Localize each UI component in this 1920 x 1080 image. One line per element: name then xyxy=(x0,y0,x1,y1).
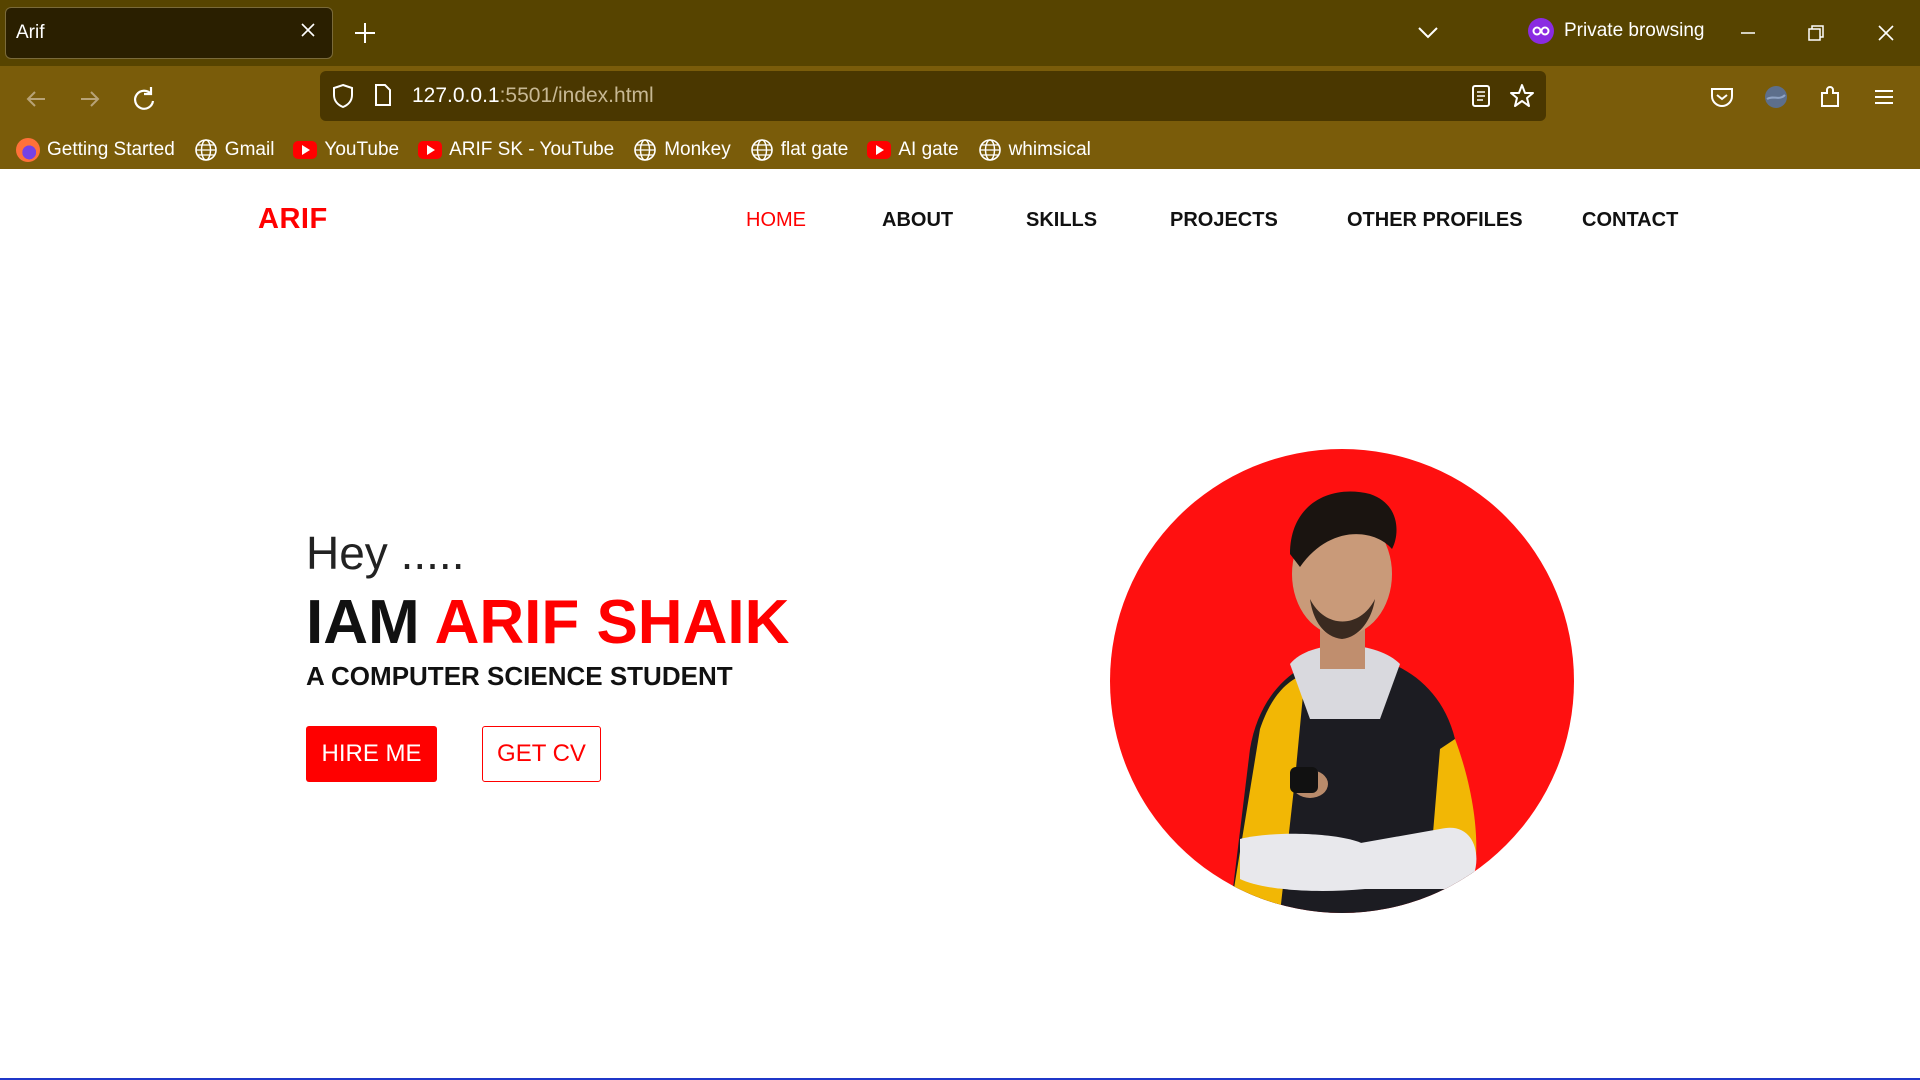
address-bar[interactable]: 127.0.0.1:5501/index.html xyxy=(320,71,1546,121)
private-mask-icon xyxy=(1528,18,1554,44)
hero-iam: IAM xyxy=(306,588,435,657)
person-illustration xyxy=(1230,491,1480,913)
globe-icon xyxy=(634,138,657,161)
bookmarks-bar: Getting Started Gmail YouTube ARIF SK - … xyxy=(0,130,1920,169)
restore-icon[interactable] xyxy=(1801,18,1831,48)
minimize-icon[interactable] xyxy=(1733,18,1763,48)
bookmark-label: YouTube xyxy=(324,138,400,160)
account-icon[interactable] xyxy=(1761,82,1791,112)
bookmark-label: ARIF SK - YouTube xyxy=(449,138,615,160)
nav-skills[interactable]: SKILLS xyxy=(1026,209,1097,232)
bookmark-label: whimsical xyxy=(1008,138,1091,160)
profile-photo xyxy=(1110,449,1574,913)
nav-contact[interactable]: CONTACT xyxy=(1582,209,1678,232)
hero-name: ARIF SHAIK xyxy=(434,588,790,657)
private-label: Private browsing xyxy=(1564,20,1705,41)
bookmark-star-icon[interactable] xyxy=(1508,82,1536,110)
bookmark-label: AI gate xyxy=(898,138,959,160)
site-logo[interactable]: ARIF xyxy=(258,203,328,236)
youtube-icon xyxy=(418,140,443,159)
bookmark-item[interactable]: Monkey xyxy=(633,138,731,162)
tab-title: Arif xyxy=(16,22,45,43)
firefox-icon xyxy=(16,137,40,162)
tab-bar: Arif Private browsing xyxy=(0,0,1920,66)
private-browsing-indicator: Private browsing xyxy=(1528,18,1704,44)
reload-icon[interactable] xyxy=(127,82,161,116)
bookmark-label: flat gate xyxy=(780,138,849,160)
url-host: 127.0.0.1 xyxy=(412,84,500,107)
globe-icon xyxy=(194,138,217,161)
shield-icon[interactable] xyxy=(330,82,356,110)
nav-home[interactable]: HOME xyxy=(746,209,806,232)
hero-subtitle: A COMPUTER SCIENCE STUDENT xyxy=(306,661,733,691)
reader-view-icon[interactable] xyxy=(1468,83,1494,109)
globe-icon xyxy=(978,138,1001,161)
youtube-icon xyxy=(867,140,892,159)
bookmark-item[interactable]: AI gate xyxy=(867,138,959,161)
bookmark-label: Monkey xyxy=(664,138,731,160)
close-window-icon[interactable] xyxy=(1871,18,1901,48)
globe-icon xyxy=(750,138,773,161)
new-tab-icon[interactable] xyxy=(352,20,378,46)
menu-icon[interactable] xyxy=(1869,82,1899,112)
page-icon[interactable] xyxy=(372,82,394,108)
url-text[interactable]: 127.0.0.1:5501/index.html xyxy=(412,84,654,108)
hero-greeting: Hey ..... xyxy=(306,527,465,579)
web-page: ARIF HOME ABOUT SKILLS PROJECTS OTHER PR… xyxy=(0,169,1920,1080)
bookmark-item[interactable]: flat gate xyxy=(750,138,849,162)
hire-me-button[interactable]: HIRE ME xyxy=(306,726,437,782)
nav-projects[interactable]: PROJECTS xyxy=(1170,209,1278,232)
bookmark-item[interactable]: YouTube xyxy=(293,139,399,161)
navigation-toolbar: 127.0.0.1:5501/index.html xyxy=(0,66,1920,130)
forward-icon[interactable] xyxy=(73,82,107,116)
extensions-icon[interactable] xyxy=(1815,82,1845,112)
pocket-icon[interactable] xyxy=(1707,82,1737,112)
back-icon[interactable] xyxy=(19,82,53,116)
bookmark-item[interactable]: Gmail xyxy=(194,138,275,162)
get-cv-button[interactable]: GET CV xyxy=(482,726,601,782)
bookmark-label: Gmail xyxy=(224,138,275,160)
active-tab[interactable]: Arif xyxy=(5,7,333,59)
bookmark-item[interactable]: whimsical xyxy=(978,138,1091,162)
nav-other-profiles[interactable]: OTHER PROFILES xyxy=(1347,209,1523,232)
close-tab-icon[interactable] xyxy=(298,20,318,40)
bookmark-item[interactable]: ARIF SK - YouTube xyxy=(418,139,614,161)
url-path: :5501/index.html xyxy=(499,84,654,107)
hero-headline: IAM ARIF SHAIK xyxy=(306,587,789,658)
bookmark-item[interactable]: Getting Started xyxy=(16,137,175,162)
nav-about[interactable]: ABOUT xyxy=(882,209,953,232)
browser-chrome: Arif Private browsing 127.0.0.1:5501/ind… xyxy=(0,0,1920,169)
chevron-down-icon[interactable] xyxy=(1416,22,1440,42)
youtube-icon xyxy=(293,140,318,159)
bookmark-label: Getting Started xyxy=(47,138,175,160)
